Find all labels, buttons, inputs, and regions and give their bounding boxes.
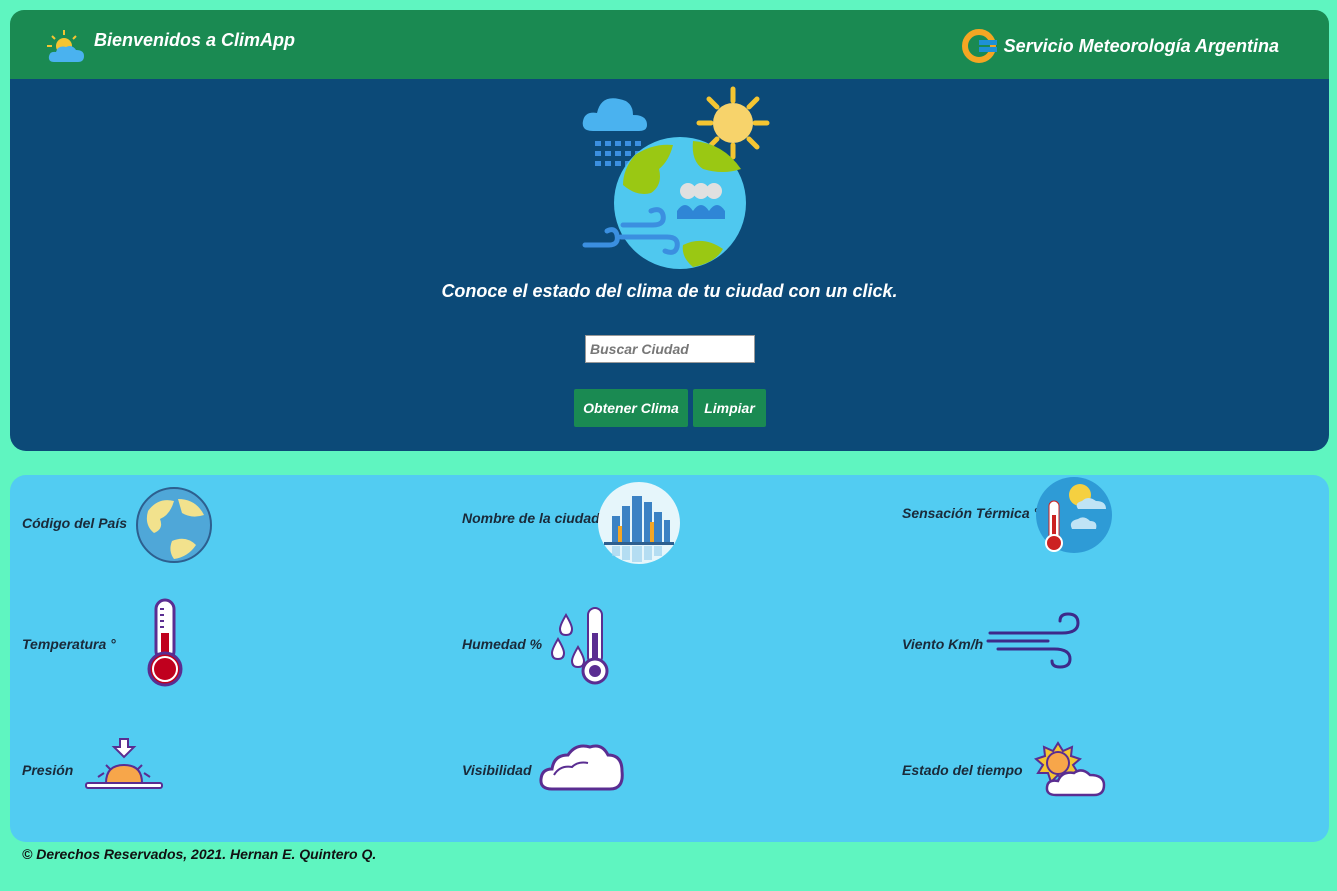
partner-brand: Servicio Meteorología Argentina bbox=[961, 28, 1279, 64]
temperature-field: Temperatura ° bbox=[22, 636, 116, 652]
visibility-field: Visibilidad bbox=[462, 762, 532, 778]
city-name-label: Nombre de la ciudad bbox=[462, 510, 600, 526]
humidity-field: Humedad % bbox=[462, 636, 542, 652]
hero-tagline: Conoce el estado del clima de tu ciudad … bbox=[441, 281, 898, 301]
smn-logo-icon bbox=[961, 29, 997, 63]
pressure-sun-icon bbox=[85, 738, 163, 789]
clear-button[interactable]: Limpiar bbox=[693, 389, 766, 427]
get-weather-button[interactable]: Obtener Clima bbox=[574, 389, 688, 427]
temperature-label: Temperatura ° bbox=[22, 636, 116, 652]
city-name-field: Nombre de la ciudad bbox=[462, 510, 600, 526]
weather-globe-illustration bbox=[582, 86, 770, 269]
sun-cloud-icon bbox=[47, 30, 84, 62]
feels-like-label: Sensación Térmica ° bbox=[902, 505, 1040, 521]
hero-section: Conoce el estado del clima de tu ciudad … bbox=[10, 79, 1329, 451]
feels-like-field: Sensación Térmica ° bbox=[902, 505, 1039, 521]
weather-state-field: Estado del tiempo bbox=[902, 762, 1023, 778]
pressure-field: Presión bbox=[22, 762, 73, 778]
humidity-thermometer-icon bbox=[550, 607, 609, 685]
globe-icon bbox=[136, 487, 212, 563]
weather-results-panel: Código del País Nombre de la ciudad Sens… bbox=[10, 475, 1329, 842]
visibility-label: Visibilidad bbox=[462, 762, 532, 778]
thermometer-sun-icon bbox=[1036, 477, 1112, 553]
weather-state-label: Estado del tiempo bbox=[902, 762, 1023, 778]
city-skyline-icon bbox=[598, 482, 680, 564]
city-search-input[interactable] bbox=[585, 335, 755, 363]
thermometer-icon bbox=[147, 598, 183, 687]
footer-copyright: © Derechos Reservados, 2021. Hernan E. Q… bbox=[22, 846, 377, 862]
weather-state-sun-cloud-icon bbox=[1034, 741, 1106, 797]
app-brand: Bienvenidos a ClimApp bbox=[44, 28, 295, 66]
wind-icon bbox=[986, 612, 1080, 669]
cloud-icon bbox=[539, 744, 624, 791]
country-code-field: Código del País bbox=[22, 515, 127, 531]
partner-title: Servicio Meteorología Argentina bbox=[1003, 35, 1279, 56]
pressure-label: Presión bbox=[22, 762, 74, 778]
wind-field: Viento Km/h bbox=[902, 636, 983, 652]
humidity-label: Humedad % bbox=[462, 636, 543, 652]
top-header: Bienvenidos a ClimApp Servicio Meteorolo… bbox=[10, 10, 1329, 79]
wind-label: Viento Km/h bbox=[902, 636, 984, 652]
country-code-label: Código del País bbox=[22, 515, 128, 531]
app-title: Bienvenidos a ClimApp bbox=[94, 30, 296, 50]
